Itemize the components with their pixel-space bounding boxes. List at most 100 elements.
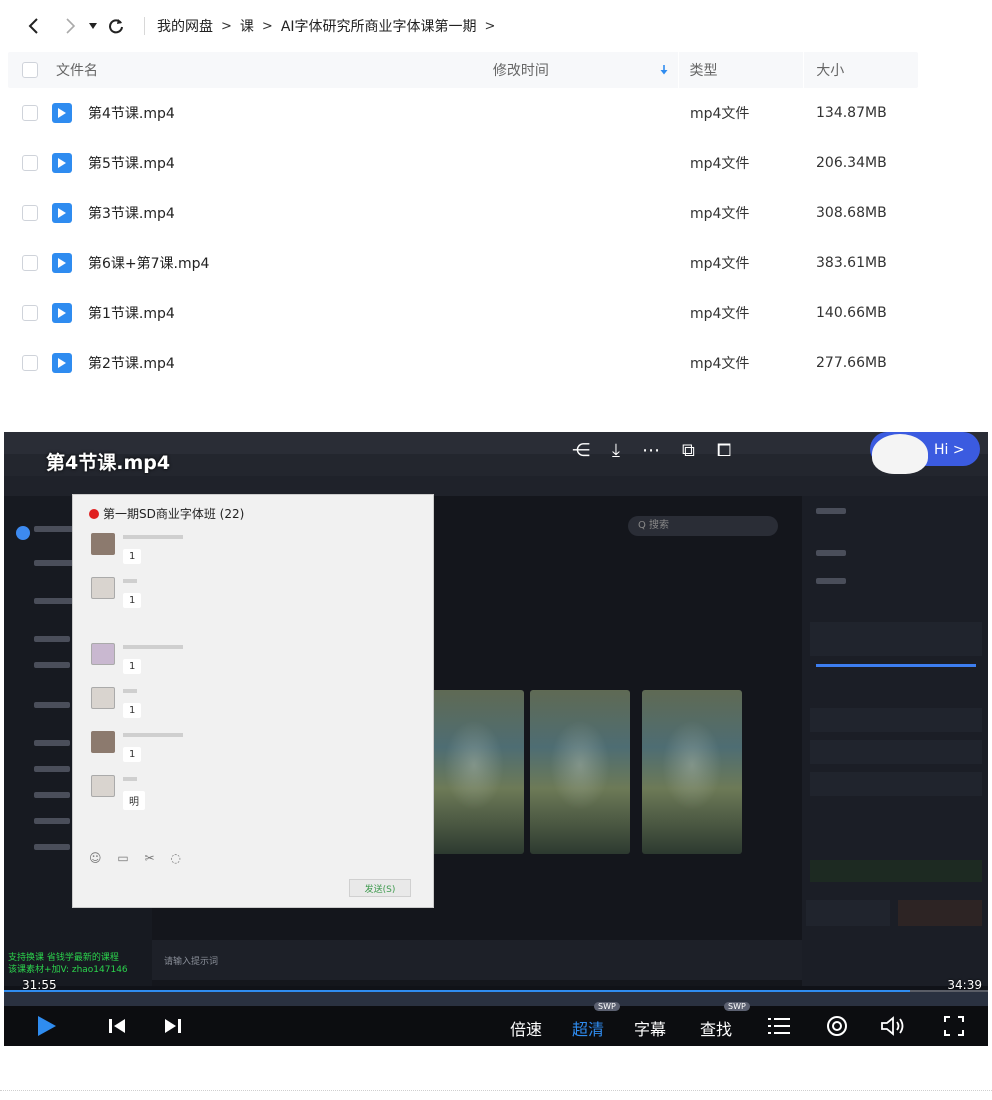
video-file-icon	[52, 203, 72, 223]
breadcrumb-course[interactable]: 课	[240, 16, 254, 36]
file-name[interactable]: 第2节课.mp4	[88, 353, 175, 373]
history-dropdown-button[interactable]	[84, 12, 102, 40]
find-button[interactable]: 查找	[700, 1016, 732, 1040]
caret-down-icon	[89, 23, 97, 29]
recorded-settings-panel	[802, 496, 988, 986]
share-icon[interactable]: ⋲	[572, 440, 590, 461]
file-rows: 第4节课.mp4 mp4文件 134.87MB 第5节课.mp4 mp4文件 2…	[8, 88, 918, 388]
header-type[interactable]: 类型	[679, 60, 803, 80]
file-size: 140.66MB	[816, 305, 887, 321]
playlist-icon[interactable]	[768, 1016, 790, 1036]
subtitle-button[interactable]: 字幕	[634, 1016, 666, 1040]
avatar	[91, 577, 115, 599]
video-file-icon	[52, 353, 72, 373]
file-size: 134.87MB	[816, 105, 887, 121]
back-button[interactable]	[20, 12, 48, 40]
row-checkbox[interactable]	[22, 205, 38, 221]
header-modified-time[interactable]: 修改时间	[493, 60, 549, 80]
nav-bar: 我的网盘 > 课 > AI字体研究所商业字体课第一期 >	[0, 0, 992, 52]
chevron-left-icon	[28, 18, 38, 34]
row-checkbox[interactable]	[22, 105, 38, 121]
avatar	[91, 643, 115, 665]
recorded-taskbar	[4, 992, 988, 1006]
row-checkbox[interactable]	[22, 155, 38, 171]
chat-toolbar: ☺ ▭ ✂ ◌	[89, 851, 187, 865]
chat-send-button: 发送(S)	[349, 879, 411, 897]
table-row[interactable]: 第2节课.mp4 mp4文件 277.66MB	[8, 338, 918, 388]
breadcrumb-my-drive[interactable]: 我的网盘	[157, 16, 213, 36]
file-type: mp4文件	[690, 256, 750, 272]
pip-icon[interactable]: ⧠	[717, 440, 731, 461]
avatar	[91, 731, 115, 753]
breadcrumb-separator-icon: >	[261, 18, 273, 34]
recorded-thumbnail	[642, 690, 742, 854]
avatar	[91, 775, 115, 797]
video-file-icon	[52, 303, 72, 323]
recorded-chat-window: 第一期SD商业字体班 (22) 1 1 1 1 1 明 ☺ ▭ ✂ ◌ 发送(S…	[72, 494, 434, 908]
row-checkbox[interactable]	[22, 255, 38, 271]
recorded-thumbnail	[424, 690, 524, 854]
next-icon[interactable]	[164, 1017, 182, 1035]
table-row[interactable]: 第1节课.mp4 mp4文件 140.66MB	[8, 288, 918, 338]
previous-icon[interactable]	[108, 1017, 126, 1035]
breadcrumb-separator-icon: >	[484, 18, 496, 34]
nav-divider	[144, 17, 145, 35]
player-control-bar: 倍速 超清 SWP 字幕 查找 SWP	[4, 1002, 988, 1046]
table-row[interactable]: 第6课+第7课.mp4 mp4文件 383.61MB	[8, 238, 918, 288]
refresh-icon	[109, 19, 123, 34]
video-file-icon	[52, 103, 72, 123]
watermark: 支持换课 省钱学最新的课程 该课素材+加V: zhao147146	[8, 953, 128, 975]
file-name[interactable]: 第5节课.mp4	[88, 153, 175, 173]
arrow-down-icon[interactable]	[660, 65, 668, 75]
file-size: 277.66MB	[816, 355, 887, 371]
avatar	[91, 687, 115, 709]
breadcrumb-current-folder[interactable]: AI字体研究所商业字体课第一期	[281, 16, 477, 36]
file-name[interactable]: 第3节课.mp4	[88, 203, 175, 223]
avatar	[91, 533, 115, 555]
play-icon[interactable]	[36, 1014, 58, 1038]
table-row[interactable]: 第4节课.mp4 mp4文件 134.87MB	[8, 88, 918, 138]
header-size[interactable]: 大小	[804, 60, 918, 80]
video-title: 第4节课.mp4	[46, 452, 171, 474]
row-checkbox[interactable]	[22, 305, 38, 321]
header-filename[interactable]: 文件名	[56, 60, 98, 80]
bottom-divider	[0, 1090, 992, 1091]
chevron-right-icon	[66, 18, 76, 34]
breadcrumb-separator-icon: >	[221, 18, 232, 34]
download-icon[interactable]: ⤓	[612, 440, 620, 461]
file-name[interactable]: 第4节课.mp4	[88, 103, 175, 123]
select-all-checkbox[interactable]	[22, 62, 38, 78]
file-name[interactable]: 第1节课.mp4	[88, 303, 175, 323]
file-name[interactable]: 第6课+第7课.mp4	[88, 253, 209, 273]
file-size: 308.68MB	[816, 205, 887, 221]
row-checkbox[interactable]	[22, 355, 38, 371]
table-row[interactable]: 第5节课.mp4 mp4文件 206.34MB	[8, 138, 918, 188]
player-top-controls: ⋲ ⤓ ⋯ ⧉ ⧠	[572, 440, 731, 461]
refresh-button[interactable]	[102, 12, 130, 40]
table-row[interactable]: 第3节课.mp4 mp4文件 308.68MB	[8, 188, 918, 238]
assistant-hi-label[interactable]: Hi >	[934, 442, 965, 458]
fullscreen-icon[interactable]	[944, 1016, 964, 1036]
settings-icon[interactable]	[826, 1015, 848, 1037]
swp-badge: SWP	[594, 1002, 620, 1011]
file-size: 206.34MB	[816, 155, 887, 171]
swp-badge: SWP	[724, 1002, 750, 1011]
video-player[interactable]: Q 搜索 请输入提示词 第一期SD商业字体班 (22) 1 1 1 1 1 明 …	[4, 432, 988, 1046]
more-icon[interactable]: ⋯	[642, 440, 660, 461]
assistant-avatar	[872, 434, 928, 474]
speed-button[interactable]: 倍速	[510, 1016, 542, 1040]
recorded-thumbnail	[530, 690, 630, 854]
video-file-icon	[52, 153, 72, 173]
screenshot-icon[interactable]: ⧉	[682, 440, 695, 461]
recorded-app-logo-icon	[16, 526, 30, 540]
quality-button[interactable]: 超清	[572, 1016, 604, 1040]
forward-button[interactable]	[56, 12, 84, 40]
file-type: mp4文件	[690, 206, 750, 222]
file-type: mp4文件	[690, 306, 750, 322]
recorded-bookmarks-bar	[4, 476, 988, 496]
file-table: 文件名 修改时间 类型 大小 第4节课.mp4 mp4文件 134.87MB 第	[8, 52, 918, 388]
video-file-icon	[52, 253, 72, 273]
file-size: 383.61MB	[816, 255, 887, 271]
chat-status-dot-icon	[89, 508, 99, 519]
volume-icon[interactable]	[880, 1016, 906, 1036]
